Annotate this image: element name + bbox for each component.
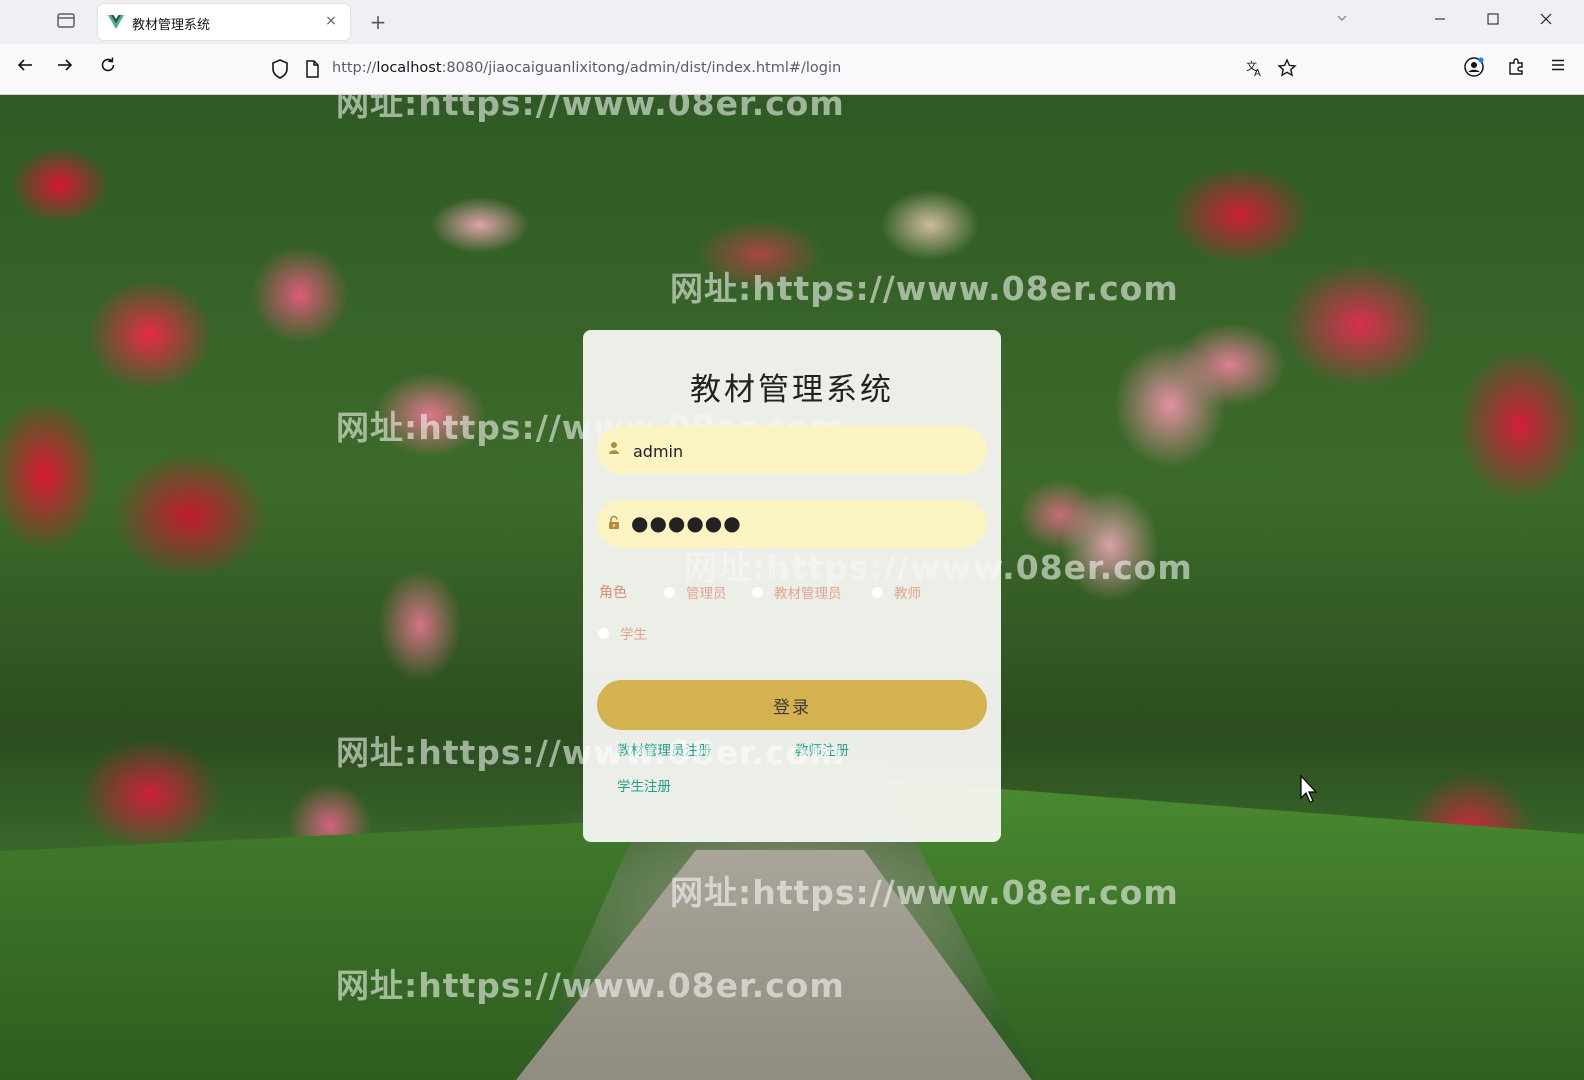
radio-button[interactable] bbox=[871, 586, 884, 599]
radio-button[interactable] bbox=[597, 627, 610, 640]
maximize-icon[interactable] bbox=[1477, 6, 1509, 36]
role-label: 角色 bbox=[599, 585, 627, 601]
role-option-teacher[interactable]: 教师 bbox=[871, 582, 921, 602]
role-option-label: 教材管理员 bbox=[774, 586, 842, 602]
password-field[interactable]: ●●●●●● bbox=[597, 500, 987, 548]
vue-favicon-icon bbox=[108, 15, 124, 29]
teacher-register-link[interactable]: 教师注册 bbox=[795, 739, 849, 759]
password-input[interactable]: ●●●●●● bbox=[631, 511, 971, 537]
reload-icon[interactable] bbox=[95, 56, 121, 82]
url-text[interactable]: http://localhost:8080/jiaocaiguanlixiton… bbox=[332, 60, 841, 76]
list-all-tabs-icon[interactable] bbox=[1336, 12, 1348, 26]
login-button[interactable]: 登录 bbox=[597, 680, 987, 730]
svg-text:A: A bbox=[1254, 68, 1261, 78]
watermark: 网址:https://www.08er.com bbox=[336, 95, 845, 123]
tab-title: 教材管理系统 bbox=[132, 18, 211, 33]
url-host: localhost bbox=[376, 60, 442, 76]
radio-button[interactable] bbox=[663, 586, 676, 599]
menu-icon[interactable] bbox=[1545, 56, 1571, 82]
user-icon bbox=[607, 441, 621, 457]
login-title: 教材管理系统 bbox=[690, 372, 894, 408]
address-bar[interactable]: http://localhost:8080/jiaocaiguanlixiton… bbox=[262, 50, 1312, 88]
lock-icon bbox=[607, 515, 621, 531]
url-scheme: http:// bbox=[332, 60, 377, 76]
forward-arrow-icon[interactable] bbox=[52, 56, 78, 82]
textbook-manager-register-link[interactable]: 教材管理员注册 bbox=[617, 739, 712, 759]
username-input[interactable] bbox=[631, 437, 975, 465]
page-icon[interactable] bbox=[304, 59, 320, 79]
role-option-label: 管理员 bbox=[686, 586, 727, 602]
close-icon[interactable] bbox=[1530, 6, 1562, 36]
new-tab-button[interactable]: + bbox=[366, 10, 390, 34]
tab-close-icon[interactable]: × bbox=[322, 12, 340, 30]
hedge-left bbox=[0, 820, 640, 1080]
translate-icon[interactable]: 文A bbox=[1244, 58, 1266, 80]
minimize-icon[interactable] bbox=[1424, 6, 1456, 36]
role-option-label: 学生 bbox=[620, 627, 647, 643]
back-arrow-icon[interactable] bbox=[12, 56, 38, 82]
mouse-cursor-icon bbox=[1300, 775, 1318, 803]
login-card: 教材管理系统 ●●●●●● 角色 管理员 教材管理员 教师 学生 登录 教材管理… bbox=[583, 330, 1001, 842]
shield-icon[interactable] bbox=[270, 58, 290, 80]
bookmark-star-icon[interactable] bbox=[1276, 58, 1298, 80]
role-option-admin[interactable]: 管理员 bbox=[663, 582, 727, 602]
student-register-link[interactable]: 学生注册 bbox=[617, 775, 671, 795]
username-field[interactable] bbox=[597, 426, 987, 474]
role-option-label: 教师 bbox=[894, 586, 921, 602]
role-option-textbook-manager[interactable]: 教材管理员 bbox=[751, 582, 842, 602]
role-option-student[interactable]: 学生 bbox=[597, 623, 647, 643]
account-icon[interactable] bbox=[1461, 56, 1487, 82]
browser-tab-active[interactable]: 教材管理系统 × bbox=[98, 4, 350, 40]
browser-navigation-bar: http://localhost:8080/jiaocaiguanlixiton… bbox=[0, 44, 1584, 95]
page-background-rose-garden: 网址:https://www.08er.com 网址:https://www.0… bbox=[0, 95, 1584, 1080]
radio-button[interactable] bbox=[751, 586, 764, 599]
url-path: :8080/jiaocaiguanlixitong/admin/dist/ind… bbox=[441, 60, 842, 76]
tab-list-icon[interactable] bbox=[54, 11, 78, 33]
browser-tab-strip: 教材管理系统 × + bbox=[0, 0, 1584, 44]
watermark: 网址:https://www.08er.com bbox=[670, 269, 1179, 308]
extensions-icon[interactable] bbox=[1503, 56, 1529, 82]
